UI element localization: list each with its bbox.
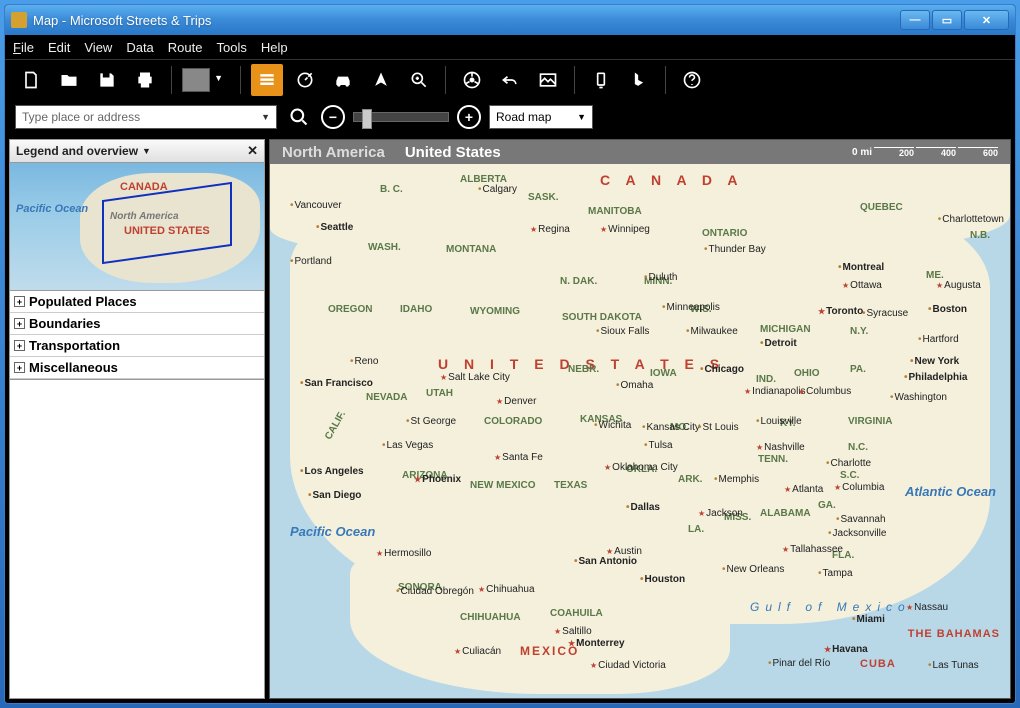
breadcrumb-continent[interactable]: North America bbox=[282, 144, 385, 161]
bing-button[interactable] bbox=[623, 64, 655, 96]
zoom-in-button[interactable]: + bbox=[457, 105, 481, 129]
menu-route[interactable]: Route bbox=[168, 40, 203, 55]
canada-label: C A N A D A bbox=[600, 172, 744, 188]
gps-button[interactable] bbox=[585, 64, 617, 96]
atlantic-label: Atlantic Ocean bbox=[905, 484, 996, 499]
separator bbox=[445, 66, 446, 94]
menubar: File Edit View Data Route Tools Help bbox=[5, 35, 1015, 59]
legend-transportation[interactable]: +Transportation bbox=[10, 335, 264, 357]
map-type-select[interactable]: Road map bbox=[489, 105, 593, 129]
breadcrumb-bar: North America United States 0 mi 200 400… bbox=[270, 140, 1010, 164]
legend-populated-places[interactable]: +Populated Places bbox=[10, 291, 264, 313]
panel-close-icon[interactable]: ✕ bbox=[247, 143, 258, 159]
steering-button[interactable] bbox=[456, 64, 488, 96]
app-icon bbox=[11, 12, 27, 28]
search-toolbar: Type place or address − + Road map bbox=[5, 99, 1015, 135]
separator bbox=[171, 66, 172, 94]
legend-boundaries[interactable]: +Boundaries bbox=[10, 313, 264, 335]
breadcrumb-country[interactable]: United States bbox=[405, 144, 501, 161]
separator bbox=[574, 66, 575, 94]
menu-view[interactable]: View bbox=[84, 40, 112, 55]
route-button[interactable] bbox=[289, 64, 321, 96]
titlebar[interactable]: Map - Microsoft Streets & Trips — ▭ ✕ bbox=[5, 5, 1015, 35]
menu-data[interactable]: Data bbox=[126, 40, 153, 55]
sidebar: Legend and overview▼ ✕ Pacific Ocean CAN… bbox=[9, 139, 265, 699]
menu-tools[interactable]: Tools bbox=[217, 40, 247, 55]
sidebar-spacer bbox=[9, 380, 265, 699]
zoom-out-button[interactable]: − bbox=[321, 105, 345, 129]
app-window: Map - Microsoft Streets & Trips — ▭ ✕ Fi… bbox=[4, 4, 1016, 704]
gulf-label: Gulf of Mexico bbox=[750, 600, 911, 614]
scale-bar: 0 mi 200 400 600 bbox=[852, 147, 998, 158]
undo-button[interactable] bbox=[494, 64, 526, 96]
window-title: Map - Microsoft Streets & Trips bbox=[33, 13, 900, 28]
bahamas-label: THE BAHAMAS bbox=[908, 628, 1000, 640]
overview-pacific-label: Pacific Ocean bbox=[16, 203, 88, 215]
minimize-button[interactable]: — bbox=[900, 10, 930, 30]
close-button[interactable]: ✕ bbox=[964, 10, 1009, 30]
map-view[interactable]: Pacific Ocean Atlantic Ocean Gulf of Mex… bbox=[270, 164, 1010, 698]
color-picker[interactable] bbox=[182, 68, 210, 92]
menu-help[interactable]: Help bbox=[261, 40, 288, 55]
save-button[interactable] bbox=[91, 64, 123, 96]
separator bbox=[240, 66, 241, 94]
car-button[interactable] bbox=[327, 64, 359, 96]
cuba-label: CUBA bbox=[860, 658, 896, 670]
content-area: Legend and overview▼ ✕ Pacific Ocean CAN… bbox=[5, 135, 1015, 703]
overview-map[interactable]: Pacific Ocean CANADA North America UNITE… bbox=[9, 163, 265, 291]
image-button[interactable] bbox=[532, 64, 564, 96]
open-button[interactable] bbox=[53, 64, 85, 96]
menu-edit[interactable]: Edit bbox=[48, 40, 70, 55]
map-panel: North America United States 0 mi 200 400… bbox=[269, 139, 1011, 699]
maximize-button[interactable]: ▭ bbox=[932, 10, 962, 30]
navigate-button[interactable] bbox=[365, 64, 397, 96]
search-button[interactable] bbox=[285, 103, 313, 131]
list-view-button[interactable] bbox=[251, 64, 283, 96]
menu-file[interactable]: File bbox=[13, 40, 34, 55]
new-button[interactable] bbox=[15, 64, 47, 96]
search-input[interactable]: Type place or address bbox=[15, 105, 277, 129]
main-toolbar bbox=[5, 59, 1015, 99]
legend-panel-header[interactable]: Legend and overview▼ ✕ bbox=[9, 139, 265, 163]
pacific-label: Pacific Ocean bbox=[290, 524, 375, 539]
print-button[interactable] bbox=[129, 64, 161, 96]
zoom-slider[interactable] bbox=[353, 112, 449, 122]
find-button[interactable] bbox=[403, 64, 435, 96]
separator bbox=[665, 66, 666, 94]
legend-miscellaneous[interactable]: +Miscellaneous bbox=[10, 357, 264, 379]
legend-list: +Populated Places +Boundaries +Transport… bbox=[9, 291, 265, 380]
help-button[interactable] bbox=[676, 64, 708, 96]
